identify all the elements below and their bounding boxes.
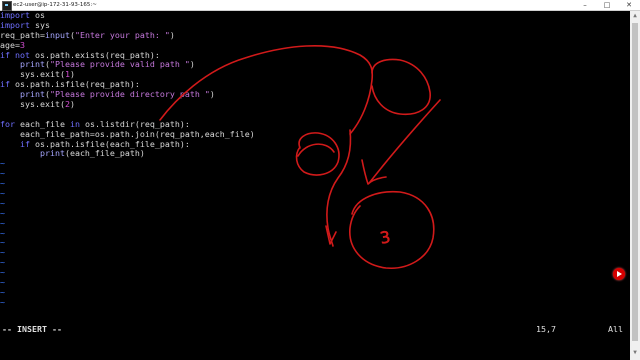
empty-line-marker: ~ [0,178,5,189]
empty-line-marker: ~ [0,158,5,169]
pointer-icon [613,268,625,280]
code-token: print [19,89,45,100]
empty-line-marker: ~ [0,207,5,218]
code-token: sys [29,19,50,30]
maximize-button[interactable]: □ [596,0,618,10]
empty-line-marker: ~ [0,237,5,248]
code-token: print [19,59,45,70]
code-token: each_file_path=os.path.join(req_path,eac… [0,128,255,139]
code-token: age= [0,39,20,50]
cursor-position: 15,7 [536,324,556,334]
code-editor[interactable]: import os import sys req_path=input("Enter… [0,10,630,308]
title-bar[interactable]: ec2-user@ip-172-31-93-165:~ – □ ✕ [0,0,640,11]
code-token: 3 [19,39,25,50]
code-line[interactable]: print("Please provide valid path ") [0,60,630,70]
empty-line-marker: ~ [0,257,5,268]
scroll-up-icon[interactable]: ▲ [632,13,638,19]
code-token: if [0,49,10,60]
code-line[interactable]: req_path=input("Enter your path: ") [0,29,630,41]
empty-line-marker: ~ [0,296,5,307]
empty-line-marker: ~ [0,197,5,208]
close-button[interactable]: ✕ [618,0,640,10]
empty-line-marker: ~ [0,168,5,179]
empty-line-marker: ~ [0,188,5,199]
code-token: os.path.isfile(each_file_path): [29,138,190,149]
vim-status-bar: -- INSERT -- 15,7 All [0,323,630,335]
minimize-button[interactable]: – [574,0,596,10]
scroll-down-icon[interactable]: ▼ [632,350,638,356]
insert-mode-indicator: -- INSERT -- [2,324,62,334]
terminal-window: ec2-user@ip-172-31-93-165:~ – □ ✕ ▲ ▼ im… [0,0,640,360]
code-token: import [0,19,30,30]
code-line[interactable]: import os [0,10,630,21]
code-token: os.path.exists(req_path): [30,49,160,60]
empty-line-marker: ~ [0,227,5,238]
code-token: ) [69,99,75,110]
code-token: sys.exit( [0,99,65,110]
code-token: "Please provide directory path " [49,89,210,100]
code-token: "Please provide valid path " [49,59,190,70]
code-token: os [29,10,45,20]
vertical-scrollbar[interactable]: ▲ ▼ [630,11,640,360]
empty-line-marker: ~ [0,277,5,288]
code-token: (each_file_path) [64,148,145,159]
code-token: if [19,138,30,149]
code-token: for [0,118,15,129]
code-token: ) [209,89,215,100]
code-token: ) [169,29,175,40]
code-token: not [15,49,30,60]
code-token: input [44,29,70,40]
code-token: "Enter your path: " [74,29,170,40]
empty-line-marker: ~ [0,267,5,278]
code-token: os.listdir(req_path): [79,118,190,129]
code-token: each_file [15,118,70,129]
empty-line-marker: ~ [0,286,5,297]
code-token: os.path.isfile(req_path): [10,79,140,90]
scroll-thumb[interactable] [632,23,638,341]
code-token: sys.exit( [0,69,65,80]
empty-line-marker: ~ [0,247,5,258]
code-line[interactable]: print("Please provide directory path ") [0,89,630,100]
code-token: req_path= [0,29,45,40]
code-line[interactable]: sys.exit(2) [0,99,630,110]
code-line[interactable]: print(each_file_path) [0,149,630,159]
code-token: in [69,118,80,129]
window-title: ec2-user@ip-172-31-93-165:~ [13,2,97,8]
empty-line-marker: ~ [0,217,5,228]
code-token: ) [69,69,75,80]
code-token: if [0,79,10,90]
code-token: print [39,148,65,159]
code-token: import [0,10,30,20]
code-token: ) [189,59,195,70]
scroll-position: All [608,324,623,334]
